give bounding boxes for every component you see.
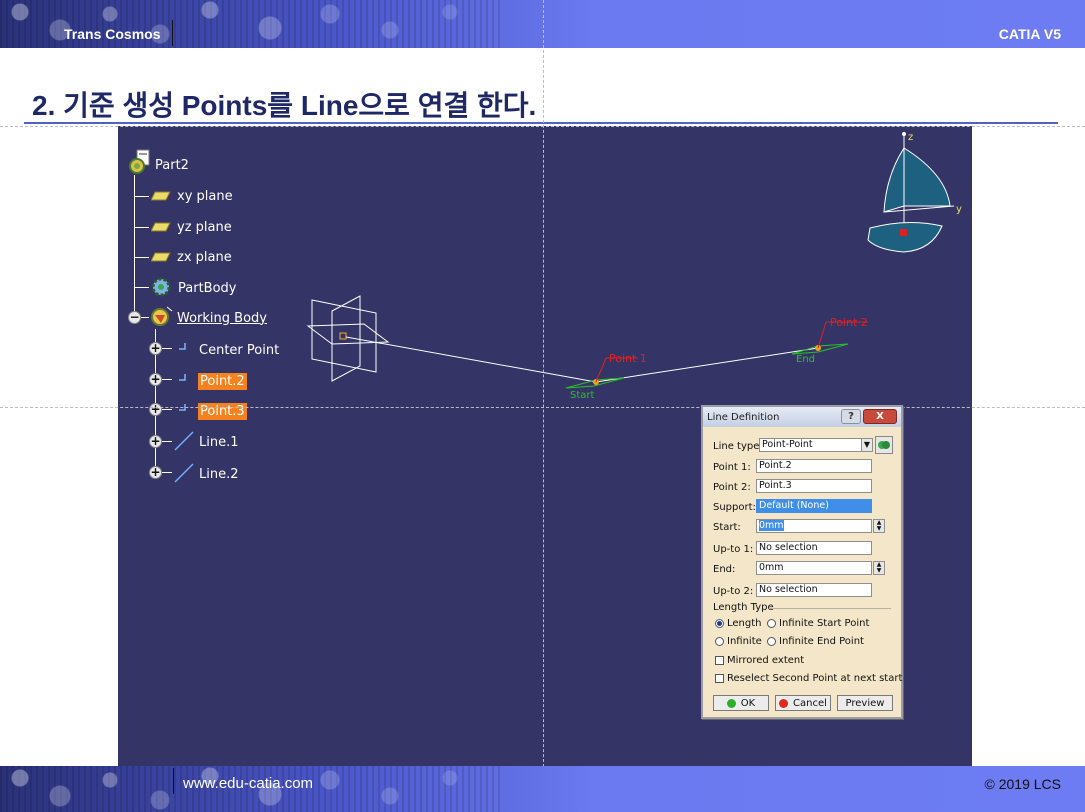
start-spinner[interactable]: ▲ ▼ bbox=[873, 519, 885, 533]
line-1-geometry bbox=[345, 336, 597, 383]
start-label: Start bbox=[570, 390, 595, 401]
checkbox-icon bbox=[715, 673, 724, 683]
header-separator bbox=[172, 20, 173, 46]
origin-planes bbox=[306, 295, 390, 382]
radio-icon bbox=[767, 618, 776, 628]
brand-label: Trans Cosmos bbox=[64, 26, 161, 42]
infinite-start-radio-label: Infinite Start Point bbox=[779, 618, 870, 629]
infinite-end-radio[interactable]: Infinite End Point bbox=[767, 636, 864, 647]
title-number: 2. bbox=[32, 90, 56, 121]
footer-site-link[interactable]: www.edu-catia.com bbox=[183, 775, 313, 792]
upto2-field[interactable]: No selection bbox=[756, 583, 872, 597]
end-length-field[interactable]: 0mm bbox=[756, 561, 872, 575]
close-button[interactable]: X bbox=[863, 409, 897, 424]
product-label: CATIA V5 bbox=[998, 26, 1061, 42]
point-1-label: Point 1 bbox=[609, 352, 647, 365]
infinite-radio[interactable]: Infinite bbox=[715, 636, 762, 647]
line-type-row: Line type : bbox=[713, 438, 766, 454]
cancel-button[interactable]: Cancel bbox=[775, 695, 831, 711]
group-divider bbox=[769, 608, 891, 609]
line-definition-dialog[interactable]: Line Definition ? X Line type : Point-Po… bbox=[701, 405, 903, 719]
help-button[interactable]: ? bbox=[841, 409, 861, 424]
length-type-group-label: Length Type bbox=[713, 602, 774, 613]
point2-field[interactable]: Point.3 bbox=[756, 479, 872, 493]
chevron-down-icon[interactable]: ▼ bbox=[861, 438, 873, 452]
footer-band bbox=[0, 766, 1085, 812]
ok-label: OK bbox=[740, 697, 756, 709]
length-radio-label: Length bbox=[727, 618, 762, 629]
point1-label: Point 1: bbox=[713, 461, 751, 473]
radio-selected-icon bbox=[715, 618, 724, 628]
mirrored-extent-checkbox[interactable]: Mirrored extent bbox=[715, 655, 804, 666]
footer-copyright: © 2019 LCS bbox=[984, 776, 1061, 792]
options-icon bbox=[878, 441, 890, 449]
compass-y-label: y bbox=[956, 204, 962, 215]
slide: Trans Cosmos CATIA V5 2. 기준 생성 Points를 L… bbox=[0, 0, 1085, 812]
dialog-title: Line Definition bbox=[707, 411, 780, 423]
title-underline bbox=[24, 122, 1058, 124]
ok-icon bbox=[726, 698, 736, 708]
origin-point bbox=[339, 332, 347, 340]
upto1-label: Up-to 1: bbox=[713, 543, 754, 555]
point-2-label: Point 2 bbox=[830, 316, 868, 329]
checkbox-icon bbox=[715, 655, 724, 665]
end-label: End bbox=[796, 354, 815, 365]
cancel-icon bbox=[779, 698, 789, 708]
footer-separator bbox=[173, 768, 174, 794]
point-2-marker: Point 2 End bbox=[791, 316, 868, 365]
upto2-label: Up-to 2: bbox=[713, 585, 754, 597]
infinite-end-radio-label: Infinite End Point bbox=[779, 636, 864, 647]
support-field[interactable]: Default (None) bbox=[756, 499, 872, 513]
dialog-titlebar[interactable]: Line Definition ? X bbox=[703, 407, 901, 427]
reselect-checkbox[interactable]: Reselect Second Point at next start bbox=[715, 673, 902, 684]
line-type-label: Line type : bbox=[713, 440, 766, 452]
support-label: Support: bbox=[713, 501, 756, 513]
line-type-options-button[interactable] bbox=[875, 436, 893, 454]
start-length-value: 0mm bbox=[759, 520, 784, 531]
end-length-label: End: bbox=[713, 563, 736, 575]
length-radio[interactable]: Length bbox=[715, 618, 762, 629]
compass-z-label: z bbox=[908, 132, 913, 143]
infinite-start-radio[interactable]: Infinite Start Point bbox=[767, 618, 869, 629]
mirrored-extent-label: Mirrored extent bbox=[727, 655, 805, 666]
start-length-label: Start: bbox=[713, 521, 741, 533]
point1-field[interactable]: Point.2 bbox=[756, 459, 872, 473]
infinite-radio-label: Infinite bbox=[727, 636, 762, 647]
point2-label: Point 2: bbox=[713, 481, 751, 493]
end-spinner[interactable]: ▲ ▼ bbox=[873, 561, 885, 575]
guide-line bbox=[543, 0, 544, 812]
start-length-field[interactable]: 0mm bbox=[756, 519, 872, 533]
radio-icon bbox=[767, 636, 776, 646]
title-text: 기준 생성 Points를 Line으로 연결 한다. bbox=[55, 90, 537, 121]
preview-button[interactable]: Preview bbox=[837, 695, 893, 711]
radio-icon bbox=[715, 636, 724, 646]
ok-button[interactable]: OK bbox=[713, 695, 769, 711]
line-type-select[interactable]: Point-Point bbox=[759, 438, 863, 452]
reselect-label: Reselect Second Point at next start bbox=[727, 673, 903, 684]
page-title: 2. 기준 생성 Points를 Line으로 연결 한다. bbox=[32, 84, 536, 124]
cancel-label: Cancel bbox=[793, 697, 827, 709]
upto1-field[interactable]: No selection bbox=[756, 541, 872, 555]
compass-icon: z y bbox=[867, 132, 962, 253]
